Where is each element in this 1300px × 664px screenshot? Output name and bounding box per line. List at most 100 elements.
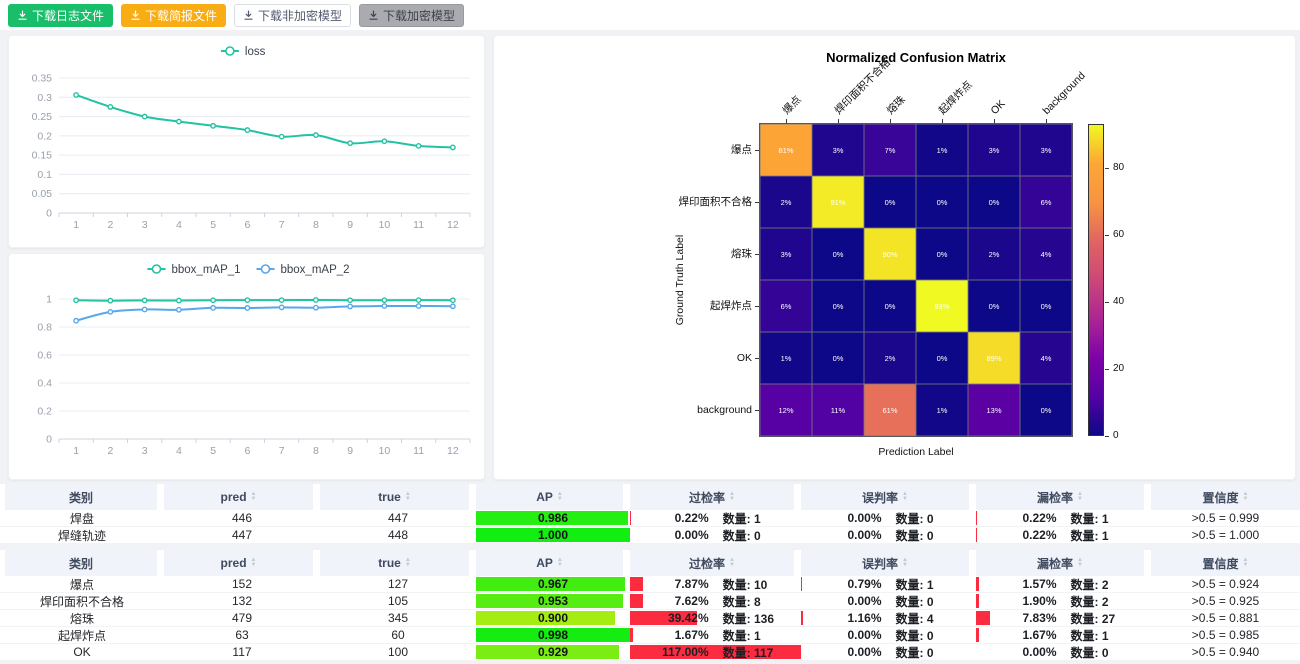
download-log-button[interactable]: 下载日志文件 xyxy=(8,4,113,27)
overdetect-percent: 0.00% xyxy=(630,528,709,542)
matrix-cell: 0% xyxy=(916,176,968,228)
x-axis-tick-label: 5 xyxy=(210,219,216,231)
col-header-miss[interactable]: 漏检率▲▼ xyxy=(976,484,1151,510)
pred-cell: 152 xyxy=(164,576,320,592)
colorbar-tick-label: 0 xyxy=(1113,431,1119,441)
overdetect-cell: 0.00%数量: 0 xyxy=(630,527,801,543)
misjudge-cell: 0.00%数量: 0 xyxy=(801,510,976,526)
sort-carets-icon[interactable]: ▲▼ xyxy=(729,558,735,568)
category-label: OK xyxy=(73,645,90,659)
data-point xyxy=(416,298,420,302)
data-point xyxy=(314,298,318,302)
legend-bbox_mAP_1[interactable]: bbox_mAP_1 xyxy=(148,264,241,276)
sort-carets-icon[interactable]: ▲▼ xyxy=(1243,492,1249,502)
metrics-table-2: 类别pred▲▼true▲▼AP▲▼过检率▲▼误判率▲▼漏检率▲▼置信度▲▼爆点… xyxy=(0,550,1300,661)
ap-cell: 0.929 xyxy=(476,644,630,660)
sort-carets-icon[interactable]: ▲▼ xyxy=(251,492,257,502)
col-header-overdetect[interactable]: 过检率▲▼ xyxy=(630,550,801,576)
miss-count: 数量: 1 xyxy=(1057,527,1152,544)
col-header-pred[interactable]: pred▲▼ xyxy=(164,484,320,510)
true-value: 448 xyxy=(388,528,408,542)
colorbar-tick xyxy=(1105,235,1109,236)
matrix-cell: 0% xyxy=(864,280,916,332)
col-header-overdetect[interactable]: 过检率 ▲▼ xyxy=(630,484,801,510)
matrix-col-label: 爆点 xyxy=(781,94,804,117)
axis-tick xyxy=(755,150,759,151)
misjudge-percent: 0.00% xyxy=(801,528,882,542)
pred-value: 447 xyxy=(232,528,252,542)
misjudge-count: 数量: 1 xyxy=(882,576,977,593)
ap-cell: 0.900 xyxy=(476,610,630,626)
sort-carets-icon[interactable]: ▲▼ xyxy=(1077,492,1083,502)
col-header-confidence[interactable]: 置信度▲▼ xyxy=(1151,484,1300,510)
col-header-ap[interactable]: AP ▲▼ xyxy=(476,484,630,510)
true-cell: 345 xyxy=(320,610,476,626)
x-axis-tick-label: 1 xyxy=(73,445,79,457)
col-header-label: 类别 xyxy=(69,489,93,506)
download-encrypted-model-button[interactable]: 下载加密模型 xyxy=(359,4,464,27)
sort-carets-icon[interactable]: ▲▼ xyxy=(902,492,908,502)
ap-cell: 0.967 xyxy=(476,576,630,592)
data-point xyxy=(142,307,146,311)
y-axis-tick-label: 0.1 xyxy=(37,169,52,181)
download-plain-model-label: 下载非加密模型 xyxy=(258,7,342,24)
matrix-col-label: 起焊炸点 xyxy=(937,79,975,117)
sort-carets-icon[interactable]: ▲▼ xyxy=(251,558,257,568)
metrics-table-1: 类别pred▲▼true▲▼AP▲▼过检率▲▼误判率▲▼漏检率▲▼置信度▲▼焊盘… xyxy=(0,484,1300,544)
confidence-value: >0.5 = 0.924 xyxy=(1192,577,1259,591)
table-header: 类别pred▲▼true▲▼AP▲▼过检率▲▼误判率▲▼漏检率▲▼置信度▲▼ xyxy=(0,550,1300,576)
download-report-button[interactable]: 下载简报文件 xyxy=(121,4,226,27)
miss-percent: 1.90% xyxy=(976,594,1057,608)
sort-carets-icon[interactable]: ▲▼ xyxy=(902,558,908,568)
colorbar-tick xyxy=(1105,369,1109,370)
col-header-label: 过检率 xyxy=(689,489,725,506)
colorbar-tick xyxy=(1105,168,1109,169)
ap-cell: 1.000 xyxy=(476,527,630,543)
col-header-miss[interactable]: 漏检率▲▼ xyxy=(976,550,1151,576)
sort-carets-icon[interactable]: ▲▼ xyxy=(557,492,563,502)
axis-tick xyxy=(755,306,759,307)
colorbar-tick xyxy=(1105,436,1109,437)
x-axis-tick-label: 6 xyxy=(244,445,250,457)
col-header-confidence[interactable]: 置信度▲▼ xyxy=(1151,550,1300,576)
miss-count: 数量: 27 xyxy=(1057,610,1152,627)
category-cell: 焊缝轨迹 xyxy=(0,527,164,543)
sort-carets-icon[interactable]: ▲▼ xyxy=(1243,558,1249,568)
misjudge-count: 数量: 4 xyxy=(882,610,977,627)
col-header-ap[interactable]: AP▲▼ xyxy=(476,550,630,576)
data-point xyxy=(451,145,455,149)
overdetect-percent: 39.42% xyxy=(630,611,709,625)
col-header-label: AP xyxy=(536,490,553,504)
x-axis-tick-label: 12 xyxy=(447,445,459,457)
category-label: 爆点 xyxy=(70,576,94,593)
data-point xyxy=(416,144,420,148)
ap-value: 0.967 xyxy=(538,577,568,591)
miss-percent: 0.22% xyxy=(976,528,1057,542)
sort-carets-icon[interactable]: ▲▼ xyxy=(405,492,411,502)
col-header-misjudge[interactable]: 误判率 ▲▼ xyxy=(801,484,976,510)
col-header-misjudge[interactable]: 误判率▲▼ xyxy=(801,550,976,576)
true-cell: 447 xyxy=(320,510,476,526)
download-plain-model-button[interactable]: 下载非加密模型 xyxy=(234,4,351,27)
legend-loss[interactable]: loss xyxy=(221,46,266,58)
data-point xyxy=(279,298,283,302)
col-header-true[interactable]: true▲▼ xyxy=(320,550,476,576)
ap-value: 0.929 xyxy=(538,645,568,659)
col-header-label: 误判率 xyxy=(862,489,898,506)
sort-carets-icon[interactable]: ▲▼ xyxy=(405,558,411,568)
legend-bbox_mAP_2[interactable]: bbox_mAP_2 xyxy=(257,264,350,276)
category-label: 焊印面积不合格 xyxy=(40,593,124,610)
overdetect-count: 数量: 1 xyxy=(709,627,801,644)
sort-carets-icon[interactable]: ▲▼ xyxy=(729,492,735,502)
col-header-true[interactable]: true▲▼ xyxy=(320,484,476,510)
data-point xyxy=(279,134,283,138)
y-axis-tick-label: 0.05 xyxy=(32,188,53,200)
pred-cell: 446 xyxy=(164,510,320,526)
matrix-col-label: background xyxy=(1041,70,1088,117)
matrix-col-label: OK xyxy=(989,98,1008,117)
y-axis-tick-label: 0 xyxy=(46,208,52,220)
sort-carets-icon[interactable]: ▲▼ xyxy=(557,558,563,568)
sort-carets-icon[interactable]: ▲▼ xyxy=(1077,558,1083,568)
col-header-pred[interactable]: pred▲▼ xyxy=(164,550,320,576)
axis-tick xyxy=(755,202,759,203)
